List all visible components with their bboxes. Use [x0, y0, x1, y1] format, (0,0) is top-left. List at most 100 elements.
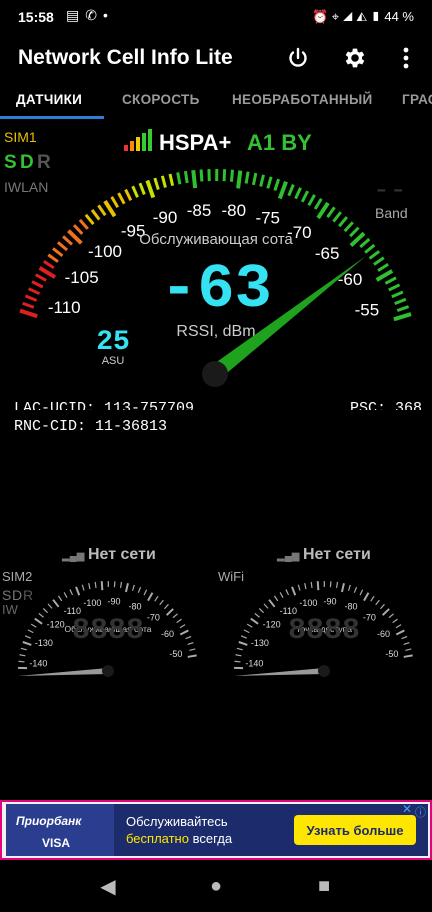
- back-icon[interactable]: ◀: [96, 874, 120, 898]
- tab-graph[interactable]: ГРАС: [402, 92, 432, 107]
- ad-line2-rest: всегда: [188, 831, 233, 846]
- tab-raw[interactable]: НЕОБРАБОТАННЫЙ: [232, 92, 373, 107]
- svg-text:8888: 8888: [288, 614, 360, 648]
- gauge-tick-label: -105: [65, 268, 99, 287]
- gauge-scale-tick: [393, 312, 412, 322]
- gauge-tick-label: -80: [128, 601, 141, 611]
- gauge-scale-tick: [294, 187, 302, 200]
- gauge-scale-tick: [388, 283, 401, 292]
- gauge-scale-tick: [24, 294, 38, 302]
- sim2-iw-label: IW: [2, 602, 19, 617]
- gauge-scale-tick: [138, 182, 146, 195]
- ad-cta-button[interactable]: Узнать больше: [294, 815, 416, 845]
- tab-sensors[interactable]: ДАТЧИКИ: [16, 92, 82, 107]
- wifi-icon: ◭: [356, 9, 368, 24]
- gauge-tick-label: -100: [299, 598, 317, 608]
- gauge-tick-label: -80: [222, 201, 247, 220]
- tab-speed[interactable]: СКОРОСТЬ: [122, 92, 200, 107]
- gauge-tick-label: -140: [245, 659, 263, 669]
- gauge-scale-tick: [187, 654, 197, 658]
- gauge-scale-tick: [310, 581, 313, 588]
- gauge-scale-tick: [316, 201, 330, 220]
- gauge-scale-tick: [244, 171, 250, 184]
- operator-name: A1 BY: [247, 130, 312, 155]
- gauge-scale-tick: [401, 635, 408, 640]
- gauge-scale-tick: [391, 290, 404, 299]
- gauge-scale-tick: [24, 635, 31, 639]
- ad-line2: бесплатно всегда: [126, 831, 232, 846]
- gauge-scale-tick: [27, 287, 41, 296]
- more-options-icon[interactable]: [390, 42, 422, 74]
- navigation-bar: ◀ ● ■: [0, 860, 432, 912]
- app-bar: Network Cell Info Lite: [0, 34, 432, 82]
- gauge-scale-tick: [291, 586, 297, 596]
- gauge-scale-tick: [273, 178, 281, 191]
- sim2-label: SIM2: [2, 569, 32, 584]
- gauge-scale-tick: [297, 584, 301, 591]
- location-icon: ⌖: [331, 9, 340, 24]
- gauge-scale-tick: [191, 169, 198, 189]
- gauge-tick-label: -90: [107, 596, 120, 606]
- gauge-tick-label: -60: [377, 629, 390, 639]
- gauge-scale-tick: [22, 641, 32, 646]
- svg-text:8888: 8888: [72, 614, 144, 648]
- gauge-tick-label: -80: [344, 601, 357, 611]
- gauge-scale-tick: [57, 595, 63, 602]
- app-title: Network Cell Info Lite: [18, 46, 233, 69]
- ad-banner[interactable]: Приорбанк VISA Обслуживайтесь бесплатно …: [0, 800, 432, 860]
- gauge-scale-tick: [176, 618, 182, 624]
- sdr-d: D: [20, 152, 34, 173]
- sim2-sdr-d: D: [12, 587, 22, 603]
- sim2-sdr-s: S: [2, 587, 11, 603]
- gauge-scale-tick: [375, 599, 380, 606]
- gauge-scale-tick: [131, 584, 135, 591]
- gauge-scale-tick: [243, 629, 250, 634]
- gauge-scale-tick: [97, 204, 107, 217]
- ad-brand: Приорбанк: [16, 814, 82, 828]
- gauge-scale-tick: [19, 308, 38, 319]
- gauge-scale-tick: [266, 176, 273, 189]
- asu-value: 25: [96, 327, 130, 358]
- recents-icon[interactable]: ■: [312, 874, 336, 898]
- gauge-scale-tick: [384, 276, 397, 285]
- gauge-scale-tick: [179, 629, 189, 636]
- sim1-label: SIM1: [4, 129, 37, 145]
- gauge-scale-tick: [332, 211, 342, 223]
- gauge-scale-tick: [375, 269, 394, 282]
- gauge-scale-tick: [52, 247, 64, 257]
- gauge-scale-tick: [47, 603, 53, 609]
- ad-close-icon[interactable]: ✕: [402, 802, 412, 816]
- gauge-scale-tick: [279, 592, 284, 598]
- gauge-scale-tick: [27, 629, 34, 634]
- ad-choices-icon[interactable]: ⓘ: [415, 804, 426, 820]
- gauge-scale-tick: [18, 660, 25, 663]
- settings-gear-icon[interactable]: [339, 42, 371, 74]
- gauge-caption: Обслуживающая сота: [139, 231, 293, 248]
- dot-icon: •: [102, 7, 114, 23]
- gauge-scale-tick: [222, 169, 227, 182]
- gauge-scale-tick: [153, 177, 160, 190]
- sim2-bars-icon: ▂▄▆: [61, 551, 85, 563]
- home-icon[interactable]: ●: [204, 874, 228, 898]
- gauge-tick-label: -90: [153, 208, 178, 227]
- gauge-scale-tick: [395, 629, 405, 636]
- gauge-scale-tick: [94, 581, 97, 588]
- band-value: --: [373, 176, 407, 207]
- wifi-needle-hub: [318, 665, 330, 677]
- gauge-scale-tick: [172, 613, 178, 619]
- gauge-scale-tick: [159, 599, 164, 606]
- power-icon[interactable]: [282, 42, 314, 74]
- gauge-scale-tick: [236, 170, 243, 189]
- gauge-scale-tick: [313, 197, 323, 210]
- gauge-scale-tick: [183, 170, 189, 184]
- gauge-scale-tick: [88, 582, 91, 590]
- main-signal-gauge: -110-105-100-95-90 -85 -80 -75-70-65-60-55 …: [4, 129, 422, 410]
- gauge-tick-label: -85: [187, 201, 212, 220]
- gauge-scale-tick: [19, 654, 26, 657]
- gauge-tick-label: -110: [48, 298, 81, 317]
- gauge-scale-tick: [373, 256, 385, 266]
- gauge-scale-tick: [165, 608, 174, 616]
- gauge-scale-tick: [75, 586, 81, 596]
- gauge-scale-tick: [52, 599, 60, 608]
- gauge-scale-tick: [304, 582, 307, 590]
